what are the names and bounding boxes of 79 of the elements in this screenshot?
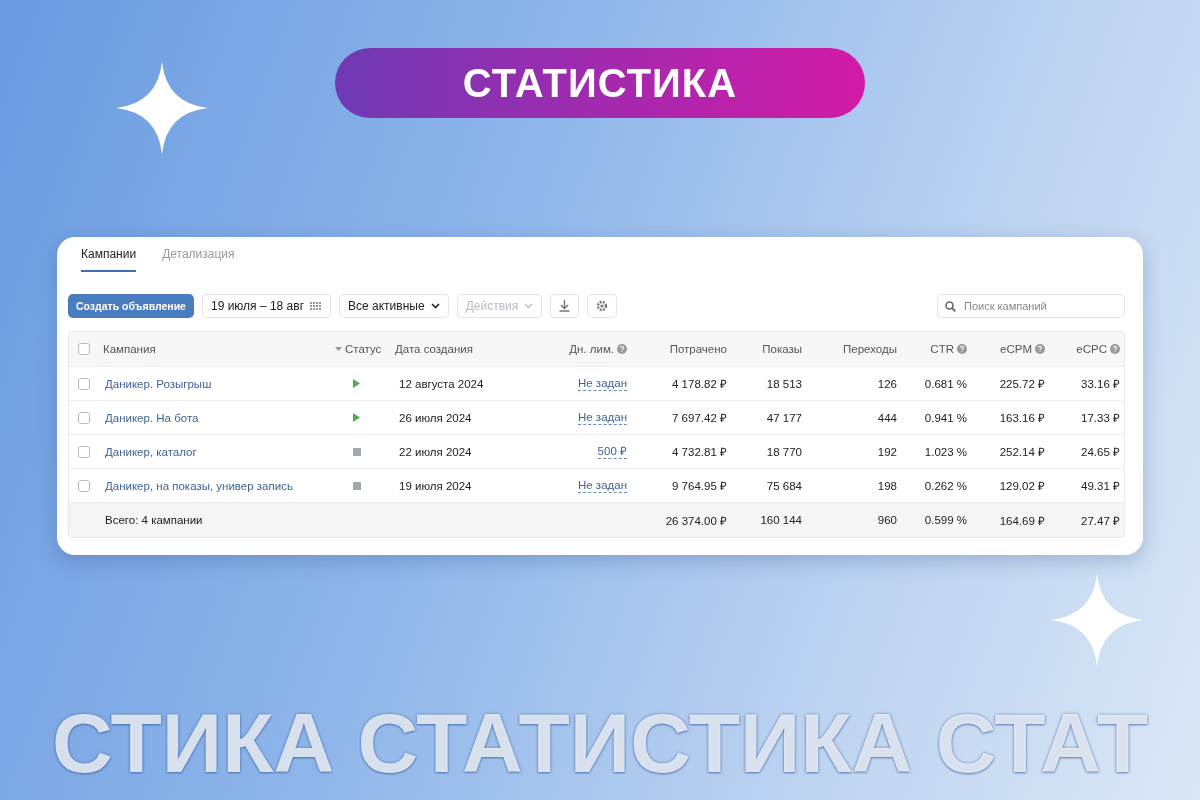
checkbox[interactable] (78, 377, 90, 390)
table-cell-text: 444 (876, 411, 898, 424)
table-cell-text: 19 июля 2024 (398, 479, 473, 492)
help-icon[interactable] (1110, 344, 1120, 354)
table-cell-text: 22 июля 2024 (398, 445, 473, 458)
search-icon (945, 301, 956, 312)
table-cell-text: 47 177 (765, 411, 803, 424)
checkbox[interactable] (78, 343, 90, 355)
settings-icon (596, 300, 609, 312)
table-cell-text: 75 684 (765, 479, 803, 492)
table-cell-text: 164.69 ₽ (998, 513, 1046, 528)
chevron-icon (430, 303, 440, 309)
table-cell-text: 163.16 ₽ (998, 411, 1046, 425)
date-range-button[interactable]: 19 июля – 18 авг (201, 294, 332, 318)
table-cell-text: 0.262 % (923, 479, 968, 492)
table-cell-text: 26 374.00 ₽ (664, 513, 728, 528)
checkbox[interactable] (78, 479, 90, 492)
column-header[interactable]: Потрачено (669, 343, 727, 355)
campaign-link[interactable]: Даникер. Розыгрыш (99, 377, 218, 390)
table-cell-text: 0.599 % (923, 514, 968, 526)
column-header[interactable]: Статус (345, 343, 382, 355)
tab[interactable]: Кампании (81, 243, 137, 272)
column-header[interactable]: Показы (762, 343, 802, 355)
calendar-icon (310, 301, 323, 311)
table-cell-text: 18 513 (765, 377, 803, 390)
table-cell-text: 17.33 ₽ (1080, 411, 1121, 425)
sparkle-icon (1051, 574, 1143, 666)
checkbox[interactable] (78, 445, 90, 458)
campaign-link[interactable]: Даникер, каталог (99, 445, 203, 458)
table-cell-text: 198 (876, 479, 898, 492)
limit-link[interactable]: 500 ₽ (597, 444, 627, 459)
banner-title: СТАТИСТИКА (335, 48, 865, 118)
download-button[interactable] (550, 294, 580, 318)
table-cell-text: 192 (876, 445, 898, 458)
table-cell-text: 4 732.81 ₽ (671, 445, 728, 459)
table-cell-text: 1.023 % (923, 445, 968, 458)
help-icon[interactable] (617, 344, 627, 354)
table-cell-text: 225.72 ₽ (998, 377, 1046, 391)
campaign-link[interactable]: Даникер. На бота (99, 411, 205, 424)
sort-icon[interactable] (335, 347, 342, 351)
column-header[interactable]: Дн. лим. (569, 343, 614, 355)
table-cell-text: 0.941 % (923, 411, 968, 424)
table-cell-text: 0.681 % (923, 377, 968, 390)
table-cell-text: 24.65 ₽ (1080, 445, 1121, 459)
limit-link[interactable]: Не задан (577, 410, 627, 425)
column-header[interactable]: Кампания (103, 343, 156, 355)
table-cell-text: 252.14 ₽ (998, 445, 1046, 459)
column-header[interactable]: eCPM (1000, 343, 1032, 355)
table-cell-text: 27.47 ₽ (1080, 513, 1121, 528)
table-cell-text: 9 764.95 ₽ (671, 479, 728, 493)
table-cell-text: 26 июля 2024 (398, 411, 473, 424)
sparkle-icon (116, 62, 208, 154)
table-cell-text: 126 (876, 377, 898, 390)
total-label: Всего: 4 кампании (104, 514, 204, 526)
table-cell-text: 129.02 ₽ (998, 479, 1046, 493)
column-header[interactable]: Дата создания (395, 343, 473, 355)
help-icon[interactable] (957, 344, 967, 354)
checkbox[interactable] (78, 411, 90, 424)
download-icon (559, 300, 571, 312)
limit-link[interactable]: Не задан (577, 376, 627, 391)
table-cell-text: 960 (876, 514, 898, 526)
limit-link[interactable]: Не задан (577, 478, 627, 493)
table-cell-text: 49.31 ₽ (1080, 479, 1121, 493)
table-cell-text: 160 144 (759, 514, 803, 526)
create-button[interactable]: Создать объявление (68, 294, 194, 318)
search-field[interactable]: Поиск кампаний (937, 294, 1125, 318)
campaign-link[interactable]: Даникер, на показы, универ запись (99, 479, 299, 492)
column-header[interactable]: Переходы (843, 343, 897, 355)
chevron-icon (524, 303, 534, 309)
table-cell-text: 12 августа 2024 (398, 377, 485, 390)
filter-dropdown[interactable]: Все активные (339, 294, 449, 318)
help-icon[interactable] (1035, 344, 1045, 354)
table-cell-text: 4 178.82 ₽ (671, 377, 728, 391)
settings-button[interactable] (587, 294, 618, 318)
table-cell-text: 7 697.42 ₽ (671, 411, 728, 425)
table-cell-text: 18 770 (765, 445, 803, 458)
table-cell-text: 33.16 ₽ (1080, 377, 1121, 391)
column-header[interactable]: eCPC (1076, 343, 1107, 355)
column-header[interactable]: CTR (930, 343, 954, 355)
